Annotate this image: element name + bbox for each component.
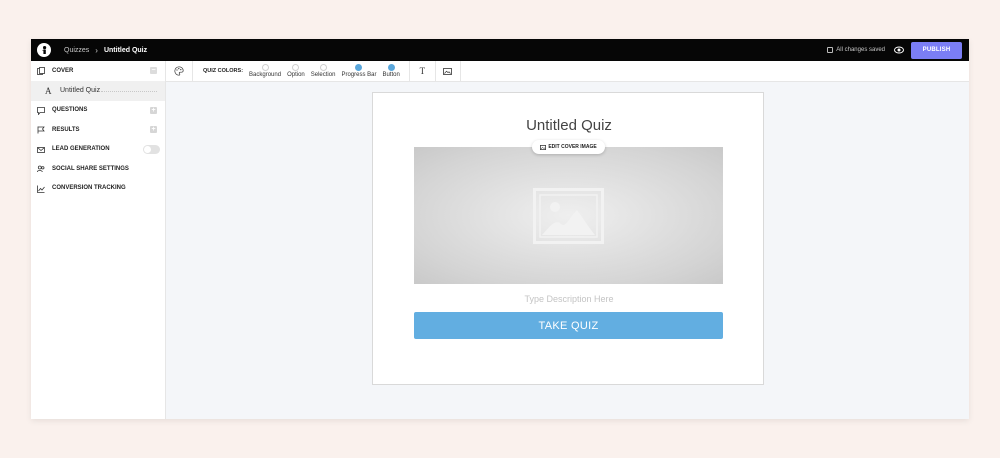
editor-toolbar: QUIZ COLORS: Background Option Selection… bbox=[166, 60, 969, 82]
top-bar: Quizzes › Untitled Quiz All changes save… bbox=[31, 39, 969, 61]
sidebar-item-label: SOCIAL SHARE SETTINGS bbox=[52, 165, 129, 172]
sidebar-item-social-share[interactable]: SOCIAL SHARE SETTINGS bbox=[31, 159, 165, 179]
color-option-label: Selection bbox=[310, 72, 336, 78]
edit-cover-label: EDIT COVER IMAGE bbox=[548, 144, 597, 150]
sidebar-subitem-label: Untitled Quiz bbox=[60, 87, 101, 94]
color-option-label: Progress Bar bbox=[341, 72, 377, 78]
sidebar-item-label: LEAD GENERATION bbox=[52, 146, 110, 153]
sidebar-item-label: CONVERSION TRACKING bbox=[52, 185, 126, 192]
add-question-icon[interactable]: + bbox=[150, 106, 157, 114]
color-option-selection[interactable]: Selection bbox=[310, 64, 336, 78]
color-swatch bbox=[355, 64, 363, 71]
color-option-label: Background bbox=[249, 72, 282, 78]
color-option-background[interactable]: Background bbox=[249, 64, 281, 78]
sidebar-subitem-untitled-quiz[interactable]: A Untitled Quiz bbox=[31, 80, 165, 101]
color-option-progress-bar[interactable]: Progress Bar bbox=[341, 64, 376, 78]
breadcrumb-separator: › bbox=[95, 45, 98, 55]
color-option-label: Option bbox=[287, 72, 305, 78]
sidebar-item-conversion-tracking[interactable]: CONVERSION TRACKING bbox=[31, 179, 165, 199]
quiz-title[interactable]: Untitled Quiz bbox=[373, 117, 765, 134]
toolbar-divider bbox=[192, 60, 193, 82]
text-style-button[interactable]: T bbox=[408, 60, 435, 82]
sidebar-item-questions[interactable]: QUESTIONS + bbox=[31, 101, 165, 121]
breadcrumb-quizzes[interactable]: Quizzes bbox=[64, 47, 89, 54]
text-icon: T bbox=[419, 66, 426, 76]
edit-cover-image-button[interactable]: EDIT COVER IMAGE bbox=[532, 140, 605, 154]
color-swatches: Background Option Selection Progress Bar… bbox=[246, 64, 403, 78]
cover-image[interactable]: EDIT COVER IMAGE bbox=[414, 140, 723, 284]
image-style-button[interactable] bbox=[434, 60, 461, 82]
lead-generation-toggle[interactable] bbox=[143, 144, 160, 154]
sidebar-item-lead-generation[interactable]: LEAD GENERATION bbox=[31, 140, 165, 160]
description-input[interactable]: Type Description Here bbox=[373, 294, 765, 304]
breadcrumb-current: Untitled Quiz bbox=[103, 46, 148, 54]
users-icon bbox=[37, 165, 45, 173]
quiz-cover-card: Untitled Quiz EDIT COVER IMAGE Type Desc… bbox=[372, 92, 764, 385]
sidebar-item-label: RESULTS bbox=[52, 126, 80, 133]
quiz-colors-label: QUIZ COLORS: bbox=[203, 68, 244, 74]
image-placeholder-icon bbox=[533, 188, 604, 244]
envelope-icon bbox=[37, 146, 45, 153]
image-icon bbox=[443, 67, 453, 75]
copy-icon bbox=[37, 67, 45, 75]
dotted-leader bbox=[101, 90, 157, 92]
color-option-button[interactable]: Button bbox=[382, 64, 400, 78]
image-icon bbox=[540, 144, 547, 150]
color-swatch bbox=[387, 64, 395, 71]
chart-icon bbox=[37, 185, 45, 193]
color-swatch bbox=[261, 64, 269, 71]
flag-icon bbox=[37, 126, 45, 134]
save-status: All changes saved bbox=[827, 47, 885, 53]
sidebar-item-label: COVER bbox=[52, 67, 74, 74]
sidebar-item-results[interactable]: RESULTS + bbox=[31, 120, 165, 140]
save-status-text: All changes saved bbox=[836, 47, 885, 53]
chat-icon bbox=[37, 106, 45, 115]
color-option-label: Button bbox=[382, 72, 400, 78]
collapse-icon[interactable]: − bbox=[150, 67, 157, 74]
color-option-option[interactable]: Option bbox=[287, 64, 305, 78]
add-result-icon[interactable]: + bbox=[150, 126, 157, 133]
publish-button[interactable]: PUBLISH bbox=[911, 41, 962, 59]
app-window: Quizzes › Untitled Quiz All changes save… bbox=[31, 39, 969, 419]
sidebar: COVER − A Untitled Quiz QUESTIONS + RESU… bbox=[31, 61, 166, 419]
preview-eye-icon[interactable] bbox=[894, 46, 904, 54]
take-quiz-button[interactable]: TAKE QUIZ bbox=[414, 312, 723, 339]
save-icon bbox=[827, 47, 834, 53]
text-glyph-icon: A bbox=[45, 85, 52, 96]
color-swatch bbox=[319, 64, 327, 71]
sidebar-item-cover[interactable]: COVER − bbox=[31, 61, 165, 81]
color-swatch bbox=[292, 64, 300, 71]
app-logo[interactable] bbox=[37, 43, 51, 57]
palette-icon[interactable] bbox=[174, 66, 184, 76]
sidebar-item-label: QUESTIONS bbox=[52, 107, 88, 114]
